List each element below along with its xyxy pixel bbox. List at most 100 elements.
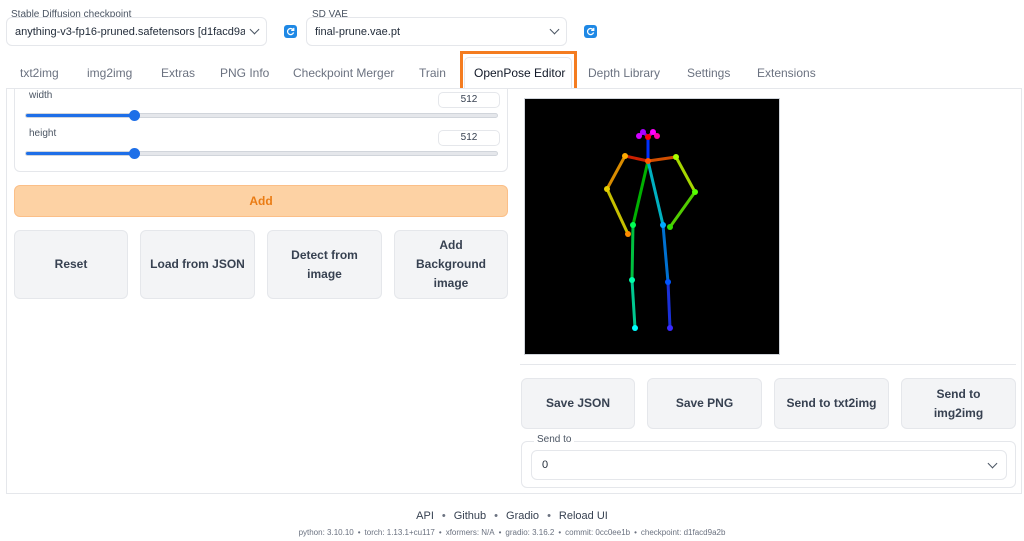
vae-value: final-prune.vae.pt [315,25,400,38]
bg-button-line1: Add [439,238,463,252]
footer-link-api[interactable]: API [416,510,434,522]
vae-dropdown[interactable]: final-prune.vae.pt [306,17,567,46]
send-to-label: Send to [534,434,575,445]
left-ankle-joint[interactable] [667,325,673,331]
right-knee-joint[interactable] [629,277,635,283]
bg-button-line2: Background [415,257,486,271]
nose-joint[interactable] [645,134,651,140]
left-shoulder-limb [647,155,677,163]
right-wrist-joint[interactable] [625,231,631,237]
width-slider-thumb[interactable] [128,110,140,121]
chevron-down-icon [987,458,998,468]
footer-info-torch: torch: 1.13.1+cu117 [364,528,435,537]
save-png-button[interactable]: Save PNG [647,378,762,429]
left-hip-joint[interactable] [660,222,666,228]
chevron-down-icon [549,24,560,35]
detect-from-image-button[interactable]: Detect from image [267,230,382,299]
footer-info-xformers: xformers: N/A [445,528,495,537]
tab-train[interactable]: Train [419,66,446,84]
footer-version-info: python: 3.10.10 • torch: 1.13.1+cu117 • … [0,528,1024,537]
right-hip-joint[interactable] [630,222,636,228]
send-to-value: 0 [542,459,549,471]
load-json-button-label: Load from JSON [150,257,245,271]
footer-info-gradio: gradio: 3.16.2 [505,528,555,537]
right-shin [630,279,637,329]
send-to-img2img-button[interactable]: Send to img2img [901,378,1016,429]
left-forearm [668,191,697,228]
footer-separator: • [357,528,361,537]
load-json-button[interactable]: Load from JSON [140,230,255,299]
refresh-icon[interactable] [584,25,597,38]
detect-button-line2: image [307,266,342,281]
footer-separator: • [498,528,502,537]
add-background-image-button[interactable]: Add Background image [394,230,508,299]
footer-separator: • [494,510,499,522]
detect-button-line1: Detect from [291,247,358,262]
footer-link-github[interactable]: Github [454,510,486,522]
width-slider-track[interactable] [25,113,498,118]
reset-button[interactable]: Reset [14,230,128,299]
tab-png-info[interactable]: PNG Info [220,66,269,84]
reset-button-label: Reset [54,257,88,271]
width-slider-fill [26,114,135,117]
pose-skeleton [604,129,698,331]
tab-extras[interactable]: Extras [161,66,195,84]
refresh-icon[interactable] [284,25,297,38]
bg-button-line3: image [433,276,469,290]
right-ear-joint[interactable] [636,133,642,139]
footer-separator: • [634,528,637,537]
height-number-input[interactable]: 512 [438,130,500,146]
footer-link-gradio[interactable]: Gradio [506,510,539,522]
right-ankle-joint[interactable] [632,325,638,331]
footer-separator: • [438,528,442,537]
left-shoulder-joint[interactable] [673,154,679,160]
send-to-txt2img-button[interactable]: Send to txt2img [774,378,889,429]
width-number-input[interactable]: 512 [438,92,500,108]
right-shoulder-limb [624,154,649,163]
tab-openpose-editor[interactable]: OpenPose Editor [474,66,565,84]
save-json-button-label: Save JSON [545,396,611,410]
tab-txt2img[interactable]: txt2img [20,66,59,84]
width-label: width [29,90,53,101]
footer-links: API • Github • Gradio • Reload UI [0,510,1024,522]
save-json-button[interactable]: Save JSON [521,378,635,429]
checkpoint-dropdown[interactable]: anything-v3-fp16-pruned.safetensors [d1f… [6,17,267,46]
footer-info-commit: commit: 0cc0ee1b [565,528,631,537]
height-label: height [29,128,57,139]
send-txt2img-button-label: Send to txt2img [786,396,877,410]
tab-depth-library[interactable]: Depth Library [588,66,660,84]
left-elbow-joint[interactable] [692,189,698,195]
tab-checkpoint-merger[interactable]: Checkpoint Merger [293,66,394,84]
send-img2img-line1: Send to [936,386,981,401]
footer-separator: • [558,528,562,537]
footer-separator: • [547,510,551,522]
left-torso [646,160,665,226]
height-slider-thumb[interactable] [128,148,140,159]
send-img2img-line2: img2img [933,405,984,420]
left-ear-joint[interactable] [654,133,660,139]
right-divider [520,364,1016,365]
tab-settings[interactable]: Settings [687,66,730,84]
neck-joint[interactable] [645,158,651,164]
right-thigh [630,224,635,281]
left-thigh [661,224,670,283]
left-upper-arm [674,156,697,193]
left-shin [666,281,672,329]
left-wrist-joint[interactable] [667,224,673,230]
height-slider-track[interactable] [25,151,498,156]
right-forearm [605,188,630,235]
tab-extensions[interactable]: Extensions [757,66,816,84]
right-elbow-joint[interactable] [604,186,610,192]
right-upper-arm [605,155,627,190]
tab-img2img[interactable]: img2img [87,66,132,84]
add-button[interactable]: Add [14,185,508,217]
checkpoint-value: anything-v3-fp16-pruned.safetensors [d1f… [15,25,245,38]
footer-link-reload-ui[interactable]: Reload UI [559,510,608,522]
pose-canvas[interactable] [524,98,780,355]
footer-separator: • [441,510,446,522]
left-knee-joint[interactable] [665,279,671,285]
footer-info-python: python: 3.10.10 [298,528,354,537]
right-torso [631,160,650,226]
right-shoulder-joint[interactable] [622,153,628,159]
send-to-dropdown[interactable]: 0 [531,450,1007,480]
